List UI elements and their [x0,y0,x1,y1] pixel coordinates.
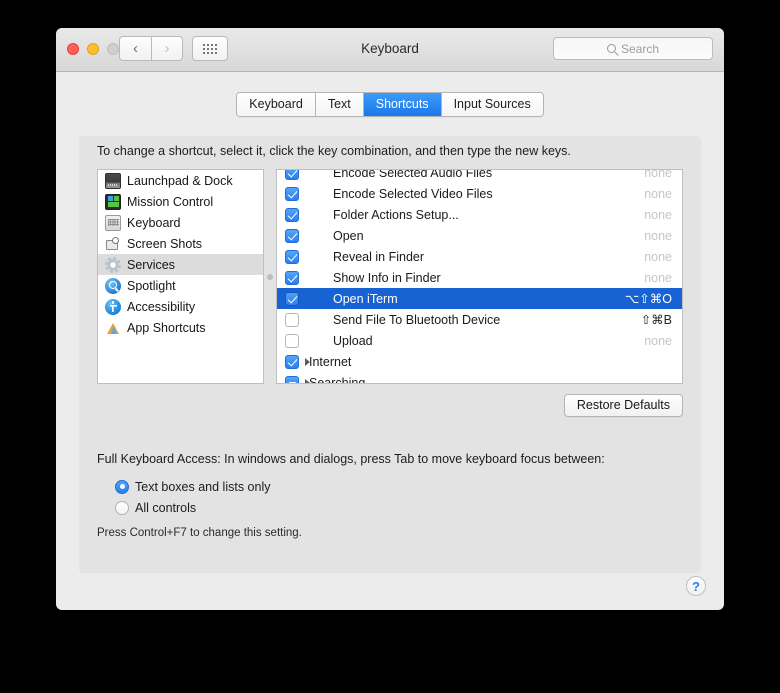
radio-all-controls[interactable]: All controls [115,497,271,518]
table-row[interactable]: Send File To Bluetooth Device ⇧⌘B [277,309,682,330]
radio-label: All controls [135,500,197,515]
table-row[interactable]: Reveal in Finder none [277,246,682,267]
sidebar-item-screen-shots[interactable]: Screen Shots [98,233,263,254]
radio-text-boxes-and-lists[interactable]: Text boxes and lists only [115,476,271,497]
row-checkbox[interactable] [285,333,299,348]
sidebar-item-label: Accessibility [127,299,196,314]
keyboard-icon [105,214,121,231]
shortcut-label: Encode Selected Video Files [333,186,493,201]
app-shortcuts-icon [105,320,121,336]
shortcut-label: Folder Actions Setup... [333,207,459,222]
help-button[interactable]: ? [686,576,706,596]
spotlight-icon [105,277,121,294]
sidebar-item-label: Screen Shots [127,236,203,251]
row-checkbox[interactable] [285,249,299,264]
list-splitter[interactable] [264,169,276,384]
search-placeholder: Search [620,41,660,56]
row-checkbox[interactable] [285,291,299,306]
shortcut-label: Show Info in Finder [333,270,441,285]
row-checkbox[interactable] [285,186,299,201]
restore-defaults-button[interactable]: Restore Defaults [563,394,683,417]
shortcut-key[interactable]: none [644,271,672,285]
group-checkbox[interactable] [285,375,299,383]
table-row[interactable]: Encode Selected Video Files none [277,183,682,204]
sidebar-item-spotlight[interactable]: Spotlight [98,275,263,296]
screenshot-icon [105,236,121,252]
table-row[interactable]: Show Info in Finder none [277,267,682,288]
group-checkbox[interactable] [285,354,299,369]
sidebar-item-label: App Shortcuts [127,320,206,335]
table-row[interactable]: Encode Selected Audio Files none [277,169,682,183]
shortcut-key[interactable]: ⌥⇧⌘O [625,291,672,306]
shortcut-label: Upload [333,333,373,348]
disclosure-triangle-icon[interactable] [305,378,310,383]
full-keyboard-access-options: Text boxes and lists only All controls [115,476,271,518]
table-group-row[interactable]: Internet [277,351,682,372]
table-row-selected[interactable]: Open iTerm ⌥⇧⌘O [277,288,682,309]
radio-button-icon[interactable] [115,500,129,515]
split-lists: Launchpad & Dock Mission Control Keyboar… [97,169,683,384]
row-checkbox[interactable] [285,270,299,285]
shortcut-key[interactable]: none [644,208,672,222]
sidebar-item-label: Launchpad & Dock [127,173,233,188]
tab-keyboard[interactable]: Keyboard [237,93,316,116]
gear-icon [105,256,121,273]
shortcut-label: Encode Selected Audio Files [333,169,493,180]
table-group-row[interactable]: Searching [277,372,682,384]
row-checkbox[interactable] [285,228,299,243]
shortcut-label: Reveal in Finder [333,249,425,264]
shortcut-key[interactable]: none [644,170,672,180]
sidebar-item-label: Keyboard [127,215,181,230]
window-titlebar: ‹ › Keyboard Search [56,28,724,72]
row-checkbox[interactable] [285,207,299,222]
sidebar-item-mission-control[interactable]: Mission Control [98,191,263,212]
sidebar-item-label: Services [127,257,175,272]
shortcut-key[interactable]: ⇧⌘B [641,312,672,327]
radio-label: Text boxes and lists only [135,479,271,494]
search-input[interactable]: Search [553,37,713,60]
sidebar-item-label: Spotlight [127,278,176,293]
tab-shortcuts[interactable]: Shortcuts [363,93,442,116]
shortcut-label: Open iTerm [333,291,398,306]
sidebar-item-services[interactable]: Services [98,254,263,275]
category-list[interactable]: Launchpad & Dock Mission Control Keyboar… [97,169,264,384]
shortcut-key[interactable]: none [644,187,672,201]
group-label: Searching [309,375,366,384]
sidebar-item-keyboard[interactable]: Keyboard [98,212,263,233]
shortcut-list[interactable]: Encode Selected Audio Files none Encode … [276,169,683,384]
tab-text[interactable]: Text [315,93,364,116]
sidebar-item-accessibility[interactable]: Accessibility [98,296,263,317]
shortcut-key[interactable]: none [644,250,672,264]
footnote-text: Press Control+F7 to change this setting. [97,527,302,539]
group-label: Internet [309,354,352,369]
sidebar-item-label: Mission Control [127,194,214,209]
tab-input-sources[interactable]: Input Sources [441,93,543,116]
accessibility-icon [105,298,121,315]
table-row[interactable]: Folder Actions Setup... none [277,204,682,225]
mission-control-icon [105,193,121,210]
tab-bar: Keyboard Text Shortcuts Input Sources [56,92,724,117]
full-keyboard-access-label: Full Keyboard Access: In windows and dia… [97,452,605,466]
instruction-text: To change a shortcut, select it, click t… [97,144,571,158]
shortcut-label: Send File To Bluetooth Device [333,312,501,327]
sidebar-item-launchpad-dock[interactable]: Launchpad & Dock [98,170,263,191]
table-row[interactable]: Open none [277,225,682,246]
shortcut-key[interactable]: none [644,229,672,243]
radio-button-icon[interactable] [115,479,129,494]
shortcut-label: Open [333,228,364,243]
table-row[interactable]: Upload none [277,330,682,351]
row-checkbox[interactable] [285,170,299,180]
splitter-handle-icon[interactable] [267,273,273,280]
shortcut-key[interactable]: none [644,334,672,348]
keyboard-preferences-window: ‹ › Keyboard Search Keyboard Text Shortc… [56,28,724,610]
sidebar-item-app-shortcuts[interactable]: App Shortcuts [98,317,263,338]
search-icon [606,44,616,53]
row-checkbox[interactable] [285,312,299,327]
dock-icon [105,172,121,189]
disclosure-triangle-icon[interactable] [305,357,310,366]
shortcuts-panel: To change a shortcut, select it, click t… [79,136,701,573]
